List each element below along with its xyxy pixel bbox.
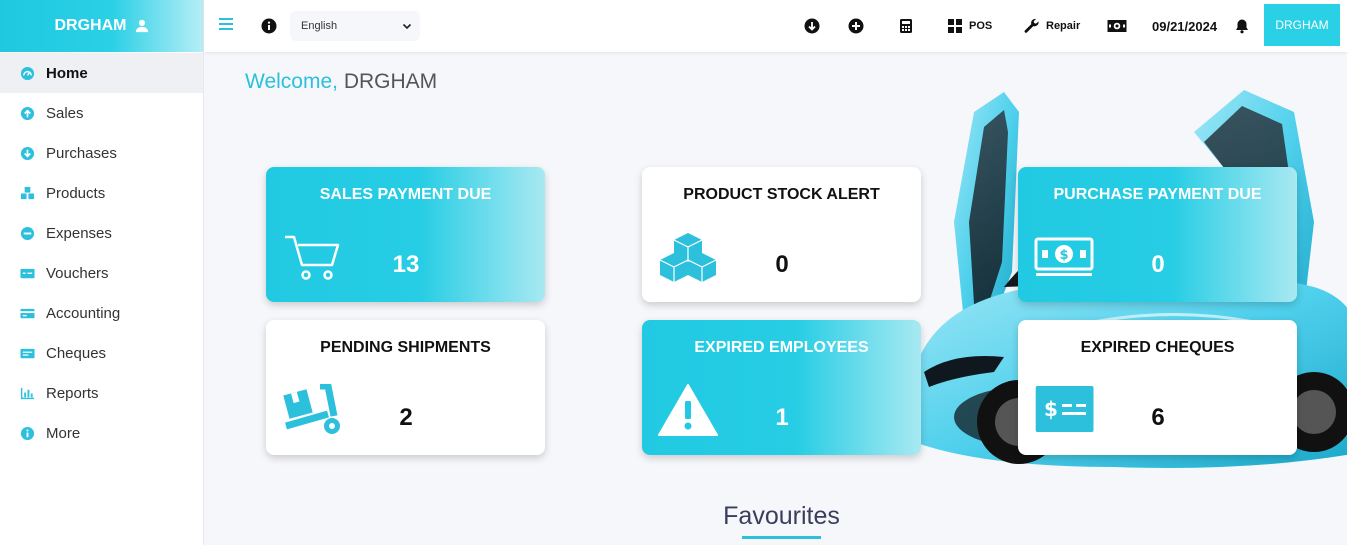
sidebar-item-label: Home [46,64,88,82]
card-title: PRODUCT STOCK ALERT [683,186,880,203]
cheque-icon [20,346,35,361]
chevron-down-icon [402,23,412,30]
card-value: 0 [1151,251,1165,278]
welcome-name: DRGHAM [343,70,438,93]
download-button[interactable] [804,0,820,52]
card-value: 6 [1151,404,1165,431]
bar-chart-icon [20,386,35,401]
warning-icon [658,384,718,436]
dashboard-icon [20,66,35,81]
hamburger-menu-icon[interactable] [218,16,234,32]
brand[interactable]: DRGHAM [0,0,203,52]
main-content: Welcome, DRGHAM SALES PAYMENT DUE 13 PRO… [204,52,1347,545]
card-title: SALES PAYMENT DUE [319,186,492,203]
sidebar: DRGHAM Home Sales Purchases Products Exp… [0,0,204,545]
brand-name: DRGHAM [54,17,127,34]
cash-button[interactable] [1107,0,1127,52]
cart-icon [285,235,340,280]
sidebar-item-more[interactable]: More [0,413,203,453]
arrow-up-circle-icon [20,106,35,121]
sidebar-item-reports[interactable]: Reports [0,373,203,413]
arrow-down-circle-icon [20,146,35,161]
voucher-icon [20,266,35,281]
card-product-stock-alert[interactable]: PRODUCT STOCK ALERT 0 [642,167,921,302]
sidebar-item-home[interactable]: Home [0,53,203,93]
card-expired-cheques[interactable]: EXPIRED CHEQUES $ 6 [1018,320,1297,455]
wrench-icon [1024,18,1039,33]
pos-label: POS [969,20,993,32]
card-value: 1 [775,404,789,431]
card-value: 0 [775,251,789,278]
plus-circle-icon [848,18,864,34]
grid-icon [948,19,962,33]
money-bill-icon [1107,20,1127,32]
card-sales-payment-due[interactable]: SALES PAYMENT DUE 13 [266,167,545,302]
add-button[interactable] [848,0,864,52]
language-select[interactable]: English [290,11,420,41]
sidebar-item-sales[interactable]: Sales [0,93,203,133]
info-circle-icon [20,426,35,441]
arrow-down-circle-icon [804,18,820,34]
sidebar-nav: Home Sales Purchases Products Expenses V… [0,52,203,453]
sidebar-item-vouchers[interactable]: Vouchers [0,253,203,293]
card-title: PENDING SHIPMENTS [320,339,491,356]
sidebar-item-expenses[interactable]: Expenses [0,213,203,253]
sidebar-item-label: Cheques [46,344,107,362]
calculator-icon [900,19,912,33]
calculator-button[interactable] [898,0,914,52]
favourites-heading: Favourites [723,502,840,530]
dolly-icon [283,384,340,434]
repair-button[interactable]: Repair [1024,0,1080,52]
user-menu-button[interactable]: DRGHAM [1264,4,1340,46]
card-title: EXPIRED EMPLOYEES [694,339,869,356]
sidebar-item-products[interactable]: Products [0,173,203,213]
notifications-button[interactable] [1234,0,1250,52]
welcome-heading: Welcome, DRGHAM [245,70,437,94]
sidebar-item-cheques[interactable]: Cheques [0,333,203,373]
language-value: English [301,20,338,32]
sidebar-item-label: Purchases [46,144,117,162]
cubes-icon [659,233,717,282]
svg-text:$: $ [1059,248,1068,263]
card-icon [20,306,35,321]
minus-circle-icon [20,226,35,241]
topbar: English POS Repair 09/21/2024 DRGHAM [204,0,1347,52]
card-value: 2 [399,404,413,431]
card-title: PURCHASE PAYMENT DUE [1053,186,1262,203]
card-value: 13 [392,251,420,278]
card-pending-shipments[interactable]: PENDING SHIPMENTS 2 [266,320,545,455]
sidebar-item-label: Reports [46,384,99,402]
sidebar-item-purchases[interactable]: Purchases [0,133,203,173]
card-expired-employees[interactable]: EXPIRED EMPLOYEES 1 [642,320,921,455]
welcome-prefix: Welcome, [245,70,338,93]
card-purchase-payment-due[interactable]: PURCHASE PAYMENT DUE $ 0 [1018,167,1297,302]
sidebar-item-label: More [46,424,81,442]
sidebar-item-label: Products [46,184,106,202]
repair-label: Repair [1046,20,1081,32]
bell-icon [1236,19,1248,34]
money-bill-icon: $ [1034,237,1094,276]
sidebar-item-label: Expenses [46,224,112,242]
cheque-icon: $ [1035,386,1094,432]
sidebar-item-label: Accounting [46,304,121,322]
sidebar-item-accounting[interactable]: Accounting [0,293,203,333]
cubes-icon [20,186,35,201]
favourites-underline [742,536,821,539]
sidebar-item-label: Sales [46,104,84,122]
current-date: 09/21/2024 [1152,18,1218,34]
svg-text:$: $ [1044,397,1058,421]
sidebar-item-label: Vouchers [46,264,109,282]
user-icon [135,19,148,33]
pos-button[interactable]: POS [947,0,992,52]
card-title: EXPIRED CHEQUES [1080,339,1235,356]
info-icon[interactable] [261,18,277,34]
